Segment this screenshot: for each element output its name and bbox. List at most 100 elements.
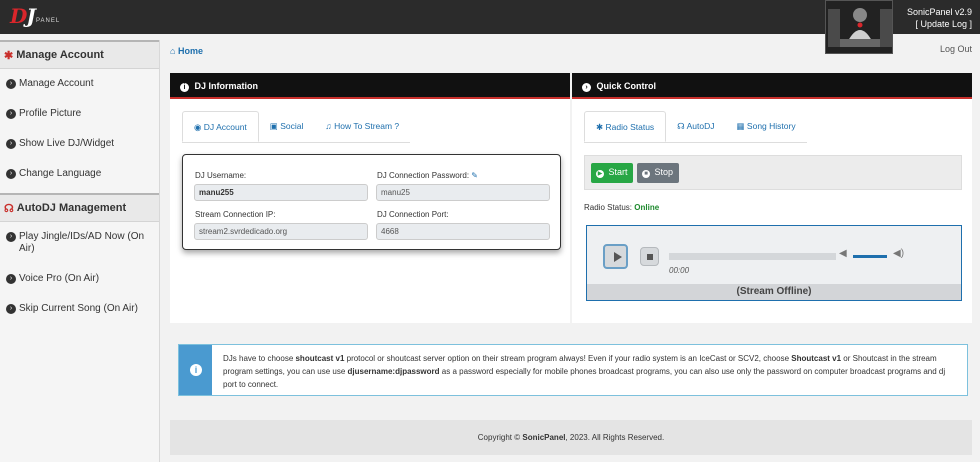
username-field[interactable]: manu255 (194, 184, 368, 201)
stop-button[interactable]: ■ Stop (637, 163, 679, 183)
top-navbar: DJ PANEL SonicPanel v2.9 [ Update Log ] (0, 0, 980, 54)
volume-max-icon[interactable]: ◀) (893, 248, 904, 259)
brand-version: SonicPanel v2.9 (906, 7, 972, 17)
sidebar-item-manage-account[interactable]: › Manage Account (0, 69, 159, 99)
audio-player: 00:00 ◀ ◀) (Stream Offline) (586, 225, 962, 301)
home-icon: ⌂ (170, 46, 176, 56)
dj-panel-logo[interactable]: DJ PANEL (10, 4, 70, 30)
info-icon-block: i (179, 345, 212, 395)
logout-link[interactable]: Log Out (940, 44, 972, 54)
sidebar-item-label: Play Jingle/IDs/AD Now (On Air) (19, 231, 145, 254)
footer-brand: SonicPanel (522, 433, 566, 442)
info-circle-icon: i (180, 83, 189, 92)
sidebar-item-label: Skip Current Song (On Air) (19, 303, 138, 314)
sidebar-section-manage-account[interactable]: ✱ Manage Account (0, 40, 159, 69)
stream-status: (Stream Offline) (587, 284, 961, 300)
sidebar-section-title: AutoDJ Management (16, 202, 127, 214)
play-icon: ▶ (596, 170, 604, 178)
panel-header: i DJ Information (170, 73, 570, 99)
breadcrumb[interactable]: ⌂ Home (170, 46, 203, 56)
info-icon: i (190, 364, 202, 376)
ip-label: Stream Connection IP: (195, 210, 276, 219)
footer-suffix: , 2023. All Rights Reserved. (565, 433, 665, 442)
quick-control-tabs: ✱ Radio Status ☊ AutoDJ ▦ Song History (584, 111, 807, 143)
info-text: DJs have to choose shoutcast v1 protocol… (223, 352, 961, 391)
headphones-icon: ☊ (677, 121, 685, 131)
password-field[interactable]: manu25 (376, 184, 550, 201)
sidebar-item-voice-pro[interactable]: › Voice Pro (On Air) (0, 264, 159, 294)
sidebar-item-change-language[interactable]: › Change Language (0, 159, 159, 189)
sidebar-section-autodj[interactable]: ☊ AutoDJ Management (0, 193, 159, 222)
chevron-circle-icon: › (582, 83, 591, 92)
status-label: Radio Status: (584, 203, 633, 212)
tab-label: Song History (746, 121, 796, 131)
tab-radio-status[interactable]: ✱ Radio Status (584, 111, 667, 142)
update-log-link[interactable]: [ Update Log ] (907, 18, 972, 30)
start-button[interactable]: ▶ Start (591, 163, 633, 183)
footer-prefix: Copyright © (477, 433, 523, 442)
sidebar-item-label: Show Live DJ/Widget (19, 138, 115, 149)
sidebar-item-label: Voice Pro (On Air) (19, 273, 100, 284)
tab-label: AutoDJ (686, 121, 715, 131)
chevron-right-icon: › (6, 304, 16, 314)
brand-block: SonicPanel v2.9 [ Update Log ] (907, 6, 972, 30)
tab-dj-account[interactable]: ◉ DJ Account (182, 111, 259, 142)
dj-account-card: DJ Username: manu255 DJ Connection Passw… (182, 154, 561, 250)
volume-slider[interactable] (853, 255, 887, 258)
chevron-right-icon: › (6, 109, 16, 119)
stop-icon: ■ (642, 170, 650, 178)
facebook-icon: ▣ (269, 121, 278, 131)
sidebar-item-profile-picture[interactable]: › Profile Picture (0, 99, 159, 129)
tab-song-history[interactable]: ▦ Song History (726, 111, 807, 142)
panel-header: › Quick Control (572, 73, 972, 99)
breadcrumb-home: Home (177, 46, 203, 56)
sidebar-item-label: Manage Account (19, 78, 94, 89)
tab-autodj[interactable]: ☊ AutoDJ (666, 111, 725, 142)
tab-how-to-stream[interactable]: ♫ How To Stream ? (314, 111, 410, 142)
gear-icon: ✱ (4, 50, 14, 62)
chevron-right-icon: › (6, 79, 16, 89)
sidebar-item-show-live-dj[interactable]: › Show Live DJ/Widget (0, 129, 159, 159)
status-value: Online (634, 203, 660, 212)
sidebar: ✱ Manage Account › Manage Account › Prof… (0, 40, 160, 462)
dj-info-tabs: ◉ DJ Account ▣ Social ♫ How To Stream ? (182, 111, 411, 143)
sidebar-item-label: Profile Picture (19, 108, 82, 119)
logo-text: DJ (10, 4, 36, 28)
headphones-icon: ☊ (4, 203, 14, 215)
player-time: 00:00 (669, 266, 690, 275)
tab-social[interactable]: ▣ Social (259, 111, 315, 142)
sidebar-item-play-jingle[interactable]: › Play Jingle/IDs/AD Now (On Air) (0, 222, 159, 264)
info-text-part: DJs have to choose (223, 354, 296, 363)
player-seek-bar[interactable] (669, 253, 836, 260)
music-note-icon: ♫ (325, 121, 332, 131)
dj-avatar[interactable] (825, 0, 893, 54)
info-text-bold: Shoutcast v1 (791, 354, 842, 363)
pencil-icon[interactable]: ✎ (471, 171, 478, 180)
sidebar-item-label: Change Language (19, 168, 102, 179)
username-label: DJ Username: (195, 171, 247, 180)
tab-label: DJ Account (203, 122, 247, 132)
player-play-button[interactable] (603, 244, 628, 269)
info-alert: i DJs have to choose shoutcast v1 protoc… (178, 344, 968, 396)
info-text-bold: djusername:djpassword (347, 367, 440, 376)
stream-controls: ▶ Start ■ Stop (584, 155, 962, 190)
panel-title: Quick Control (596, 81, 657, 91)
port-field[interactable]: 4668 (376, 223, 550, 240)
quick-control-panel: › Quick Control ✱ Radio Status ☊ AutoDJ … (572, 73, 972, 323)
info-text-part: protocol or shoutcast server option on t… (344, 354, 792, 363)
tab-label: Social (280, 121, 304, 131)
user-circle-icon: ◉ (194, 122, 202, 132)
ip-field[interactable]: stream2.svrdedicado.org (194, 223, 368, 240)
tab-label: How To Stream ? (334, 121, 400, 131)
volume-mute-icon[interactable]: ◀ (839, 248, 847, 259)
chevron-right-icon: › (6, 232, 16, 242)
start-label: Start (608, 167, 628, 177)
footer: Copyright © SonicPanel, 2023. All Rights… (170, 420, 972, 455)
sidebar-item-skip-song[interactable]: › Skip Current Song (On Air) (0, 294, 159, 324)
dj-avatar-image (826, 1, 892, 53)
password-label: DJ Connection Password: ✎ (377, 171, 478, 180)
player-stop-button[interactable] (640, 247, 659, 266)
password-label-text: DJ Connection Password: (377, 171, 470, 180)
port-label: DJ Connection Port: (377, 210, 449, 219)
radio-status: Radio Status: Online (584, 203, 659, 212)
